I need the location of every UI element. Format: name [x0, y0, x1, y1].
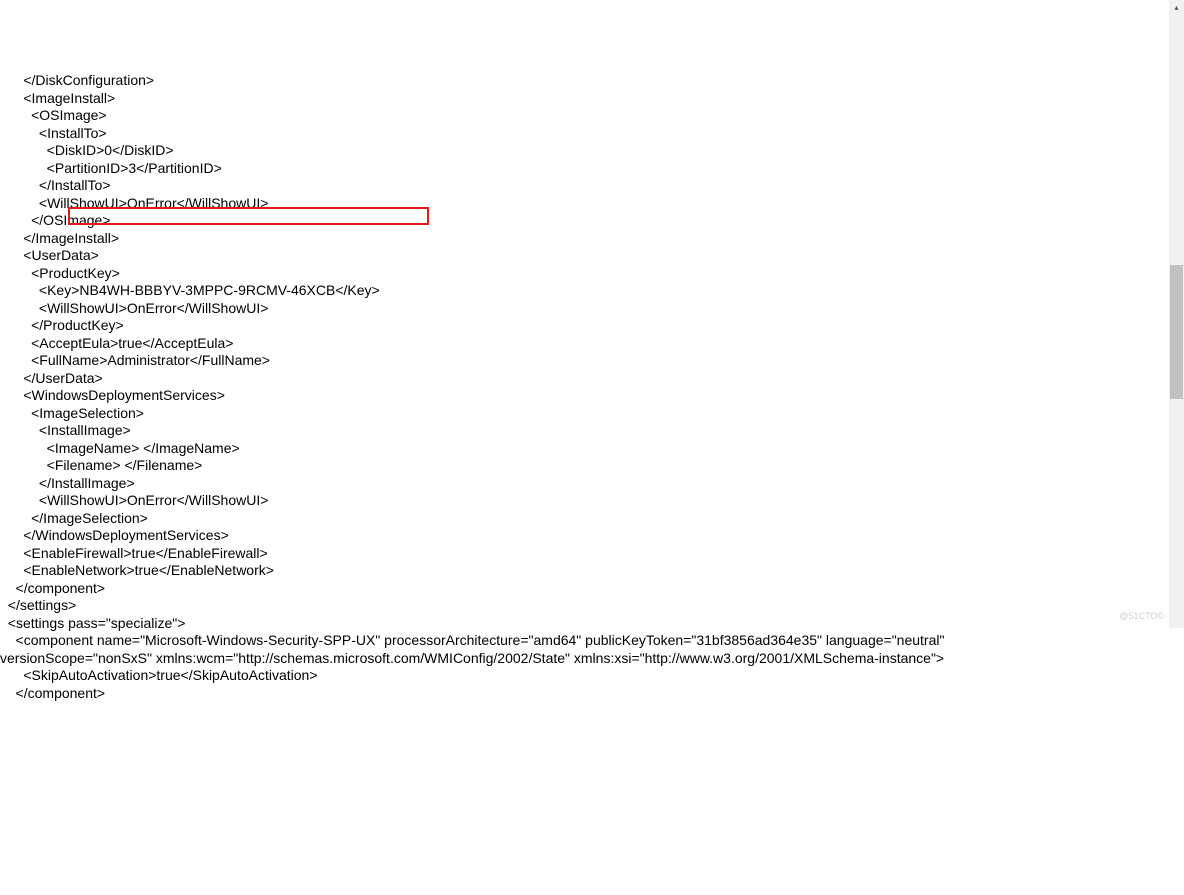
- xml-line: <EnableFirewall>true</EnableFirewall>: [0, 545, 1184, 563]
- xml-line: </settings>: [0, 597, 1184, 615]
- xml-line: </InstallTo>: [0, 177, 1184, 195]
- xml-line: <ImageInstall>: [0, 90, 1184, 108]
- xml-line: </WindowsDeploymentServices>: [0, 527, 1184, 545]
- xml-line: <DiskID>0</DiskID>: [0, 142, 1184, 160]
- xml-line: </OSImage>: [0, 212, 1184, 230]
- xml-line: <InstallImage>: [0, 422, 1184, 440]
- xml-line: <ImageSelection>: [0, 405, 1184, 423]
- xml-code-block: </DiskConfiguration> <ImageInstall> <OSI…: [0, 72, 1184, 702]
- scrollbar-thumb[interactable]: [1170, 265, 1183, 399]
- xml-line: </component>: [0, 580, 1184, 598]
- xml-line: </ProductKey>: [0, 317, 1184, 335]
- xml-line: </ImageInstall>: [0, 230, 1184, 248]
- xml-line: <Filename> </Filename>: [0, 457, 1184, 475]
- scrollbar-up-arrow[interactable]: ▴: [1169, 0, 1184, 15]
- scrollbar-track[interactable]: ▴: [1169, 0, 1184, 628]
- xml-line: <Key>NB4WH-BBBYV-3MPPC-9RCMV-46XCB</Key>: [0, 282, 1184, 300]
- xml-line: </UserData>: [0, 370, 1184, 388]
- xml-line: <WillShowUI>OnError</WillShowUI>: [0, 492, 1184, 510]
- xml-line: <EnableNetwork>true</EnableNetwork>: [0, 562, 1184, 580]
- xml-line: <SkipAutoActivation>true</SkipAutoActiva…: [0, 667, 1184, 685]
- xml-line: <settings pass="specialize">: [0, 615, 1184, 633]
- xml-line: </InstallImage>: [0, 475, 1184, 493]
- xml-line: <PartitionID>3</PartitionID>: [0, 160, 1184, 178]
- xml-line: <WillShowUI>OnError</WillShowUI>: [0, 300, 1184, 318]
- xml-line: </component>: [0, 685, 1184, 703]
- xml-line: <ProductKey>: [0, 265, 1184, 283]
- watermark-text: @51CTO©: [1119, 611, 1164, 622]
- xml-line: <AcceptEula>true</AcceptEula>: [0, 335, 1184, 353]
- xml-line: <ImageName> </ImageName>: [0, 440, 1184, 458]
- xml-line: </DiskConfiguration>: [0, 72, 1184, 90]
- xml-line: <component name="Microsoft-Windows-Secur…: [0, 632, 1184, 650]
- xml-line: <WindowsDeploymentServices>: [0, 387, 1184, 405]
- xml-line: <OSImage>: [0, 107, 1184, 125]
- xml-line: <FullName>Administrator</FullName>: [0, 352, 1184, 370]
- xml-line: versionScope="nonSxS" xmlns:wcm="http://…: [0, 650, 1184, 668]
- xml-line: <WillShowUI>OnError</WillShowUI>: [0, 195, 1184, 213]
- xml-line: <UserData>: [0, 247, 1184, 265]
- xml-line: </ImageSelection>: [0, 510, 1184, 528]
- xml-line: <InstallTo>: [0, 125, 1184, 143]
